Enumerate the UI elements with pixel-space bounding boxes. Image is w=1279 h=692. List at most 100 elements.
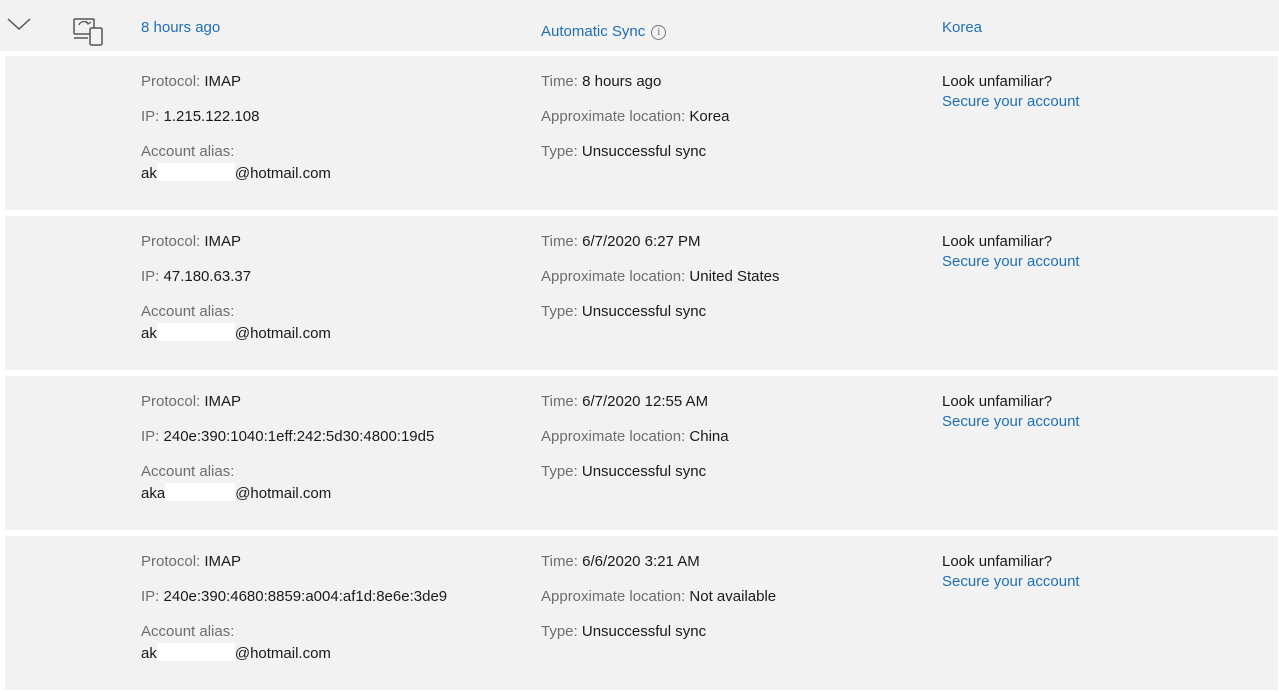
protocol-row: Protocol: IMAP bbox=[141, 553, 241, 570]
alias-label: Account alias: bbox=[141, 463, 235, 480]
ip-row: IP: 240e:390:1040:1eff:242:5d30:4800:19d… bbox=[141, 428, 434, 445]
look-unfamiliar-text: Look unfamiliar? bbox=[942, 393, 1053, 410]
redaction-block bbox=[165, 483, 236, 501]
alias-suffix: @hotmail.com bbox=[234, 325, 331, 342]
location-row: Approximate location: China bbox=[541, 428, 729, 445]
type-label: Type: bbox=[541, 463, 578, 480]
location-row: Approximate location: Korea bbox=[541, 108, 729, 125]
protocol-row: Protocol: IMAP bbox=[141, 393, 241, 410]
time-row: Time: 6/7/2020 6:27 PM bbox=[541, 233, 701, 250]
location-label: Approximate location: bbox=[541, 588, 686, 605]
secure-account-link[interactable]: Secure your account bbox=[942, 253, 1080, 270]
header-time: 8 hours ago bbox=[141, 19, 221, 36]
redaction-block bbox=[156, 323, 235, 341]
ip-value: 240e:390:4680:8859:a004:af1d:8e6e:3de9 bbox=[163, 588, 448, 605]
ip-label: IP: bbox=[141, 428, 160, 445]
location-value: Not available bbox=[689, 588, 777, 605]
alias-label: Account alias: bbox=[141, 623, 235, 640]
ip-label: IP: bbox=[141, 108, 160, 125]
device-sync-icon bbox=[73, 18, 103, 46]
location-label: Approximate location: bbox=[541, 108, 686, 125]
protocol-label: Protocol: bbox=[141, 553, 201, 570]
type-label: Type: bbox=[541, 623, 578, 640]
protocol-value: IMAP bbox=[204, 73, 242, 90]
time-row: Time: 8 hours ago bbox=[541, 73, 661, 90]
redaction-block bbox=[156, 643, 235, 661]
type-value: Unsuccessful sync bbox=[581, 463, 707, 480]
alias-suffix: @hotmail.com bbox=[234, 645, 331, 662]
ip-value: 47.180.63.37 bbox=[163, 268, 252, 285]
alias-value: ak @hotmail.com bbox=[141, 163, 331, 182]
location-label: Approximate location: bbox=[541, 268, 686, 285]
ip-label: IP: bbox=[141, 588, 160, 605]
alias-prefix: ak bbox=[141, 325, 157, 342]
time-value: 6/7/2020 6:27 PM bbox=[582, 233, 701, 250]
protocol-label: Protocol: bbox=[141, 73, 201, 90]
alias-label: Account alias: bbox=[141, 303, 235, 320]
time-row: Time: 6/7/2020 12:55 AM bbox=[541, 393, 708, 410]
alias-suffix: @hotmail.com bbox=[234, 165, 331, 182]
type-label: Type: bbox=[541, 143, 578, 160]
look-unfamiliar-text: Look unfamiliar? bbox=[942, 73, 1053, 90]
header-activity-type: Automatic Sync i bbox=[541, 23, 667, 40]
location-value: China bbox=[689, 428, 729, 445]
time-value: 6/6/2020 3:21 AM bbox=[582, 553, 700, 570]
protocol-label: Protocol: bbox=[141, 233, 201, 250]
secure-account-link[interactable]: Secure your account bbox=[942, 413, 1080, 430]
ip-row: IP: 1.215.122.108 bbox=[141, 108, 259, 125]
activity-type-label: Automatic Sync bbox=[541, 23, 646, 40]
alias-suffix: @hotmail.com bbox=[235, 485, 332, 502]
sync-entry-card: Protocol: IMAP IP: 240e:390:4680:8859:a0… bbox=[5, 536, 1278, 690]
type-row: Type: Unsuccessful sync bbox=[541, 623, 706, 640]
alias-prefix: aka bbox=[141, 485, 166, 502]
protocol-row: Protocol: IMAP bbox=[141, 233, 241, 250]
location-row: Approximate location: Not available bbox=[541, 588, 776, 605]
time-label: Time: bbox=[541, 393, 578, 410]
alias-prefix: ak bbox=[141, 645, 157, 662]
time-label: Time: bbox=[541, 233, 578, 250]
sync-entry-card: Protocol: IMAP IP: 47.180.63.37 Account … bbox=[5, 216, 1278, 370]
time-label: Time: bbox=[541, 73, 578, 90]
secure-account-link[interactable]: Secure your account bbox=[942, 93, 1080, 110]
location-value: Korea bbox=[689, 108, 730, 125]
type-row: Type: Unsuccessful sync bbox=[541, 143, 706, 160]
type-value: Unsuccessful sync bbox=[581, 623, 707, 640]
protocol-label: Protocol: bbox=[141, 393, 201, 410]
ip-value: 1.215.122.108 bbox=[163, 108, 260, 125]
alias-label: Account alias: bbox=[141, 143, 235, 160]
protocol-value: IMAP bbox=[204, 393, 242, 410]
time-row: Time: 6/6/2020 3:21 AM bbox=[541, 553, 700, 570]
alias-value: ak @hotmail.com bbox=[141, 643, 331, 662]
sync-entry-card: Protocol: IMAP IP: 1.215.122.108 Account… bbox=[5, 56, 1278, 210]
alias-value: ak @hotmail.com bbox=[141, 323, 331, 342]
time-value: 8 hours ago bbox=[582, 73, 662, 90]
sync-entry-card: Protocol: IMAP IP: 240e:390:1040:1eff:24… bbox=[5, 376, 1278, 530]
redaction-block bbox=[156, 163, 235, 181]
ip-row: IP: 240e:390:4680:8859:a004:af1d:8e6e:3d… bbox=[141, 588, 447, 605]
protocol-value: IMAP bbox=[204, 553, 242, 570]
chevron-down-icon[interactable] bbox=[6, 16, 32, 32]
type-value: Unsuccessful sync bbox=[581, 143, 707, 160]
time-value: 6/7/2020 12:55 AM bbox=[582, 393, 709, 410]
protocol-row: Protocol: IMAP bbox=[141, 73, 241, 90]
alias-value: aka @hotmail.com bbox=[141, 483, 331, 502]
type-label: Type: bbox=[541, 303, 578, 320]
location-value: United States bbox=[689, 268, 780, 285]
secure-account-link[interactable]: Secure your account bbox=[942, 573, 1080, 590]
activity-header-row[interactable]: 8 hours ago Automatic Sync i Korea bbox=[0, 0, 1279, 51]
location-row: Approximate location: United States bbox=[541, 268, 779, 285]
protocol-value: IMAP bbox=[204, 233, 242, 250]
ip-row: IP: 47.180.63.37 bbox=[141, 268, 251, 285]
type-value: Unsuccessful sync bbox=[581, 303, 707, 320]
look-unfamiliar-text: Look unfamiliar? bbox=[942, 553, 1053, 570]
type-row: Type: Unsuccessful sync bbox=[541, 463, 706, 480]
type-row: Type: Unsuccessful sync bbox=[541, 303, 706, 320]
look-unfamiliar-text: Look unfamiliar? bbox=[942, 233, 1053, 250]
ip-value: 240e:390:1040:1eff:242:5d30:4800:19d5 bbox=[163, 428, 435, 445]
header-location: Korea bbox=[942, 19, 983, 36]
location-label: Approximate location: bbox=[541, 428, 686, 445]
time-label: Time: bbox=[541, 553, 578, 570]
info-icon[interactable]: i bbox=[651, 25, 667, 40]
alias-prefix: ak bbox=[141, 165, 157, 182]
ip-label: IP: bbox=[141, 268, 160, 285]
